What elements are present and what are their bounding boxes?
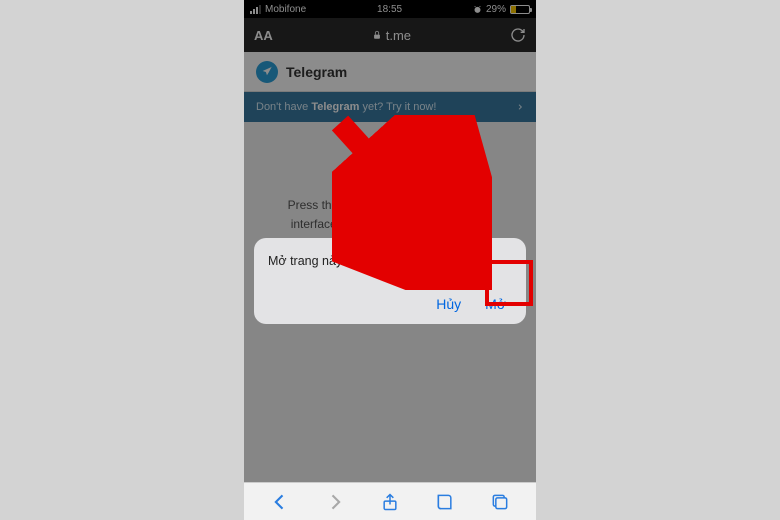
url-field[interactable]: t.me (372, 28, 411, 43)
phone-screen: Mobifone 18:55 29% AA t.me Telegram Don'… (244, 0, 536, 520)
telegram-header: Telegram (244, 52, 536, 92)
forward-button[interactable] (325, 492, 345, 512)
url-text: t.me (386, 28, 411, 43)
bookmarks-button[interactable] (435, 492, 455, 512)
banner-text: Don't have Telegram yet? Try it now! (256, 101, 436, 113)
instruction-text: Press the button below to translate the … (264, 196, 516, 234)
signal-icon (250, 5, 261, 14)
battery-icon (510, 5, 530, 14)
safari-toolbar (244, 482, 536, 520)
lock-icon (372, 30, 382, 40)
open-in-app-dialog: Mở trang này trong "Telegram"? Hủy Mở (254, 238, 526, 324)
chevron-right-icon (516, 101, 524, 113)
safari-url-bar: AA t.me (244, 18, 536, 52)
share-button[interactable] (380, 492, 400, 512)
tabs-button[interactable] (490, 492, 510, 512)
text-size-button[interactable]: AA (254, 28, 273, 43)
reload-icon[interactable] (510, 27, 526, 43)
install-banner[interactable]: Don't have Telegram yet? Try it now! (244, 92, 536, 122)
dialog-message: Mở trang này trong "Telegram"? (254, 238, 526, 286)
chat-icon (375, 150, 405, 174)
back-button[interactable] (270, 492, 290, 512)
alarm-icon (473, 5, 482, 14)
battery-percent: 29% (486, 4, 506, 15)
cancel-button[interactable]: Hủy (436, 296, 461, 312)
carrier-label: Mobifone (265, 4, 306, 15)
status-bar: Mobifone 18:55 29% (244, 0, 536, 18)
telegram-logo-icon (256, 61, 278, 83)
open-button[interactable]: Mở (485, 296, 506, 312)
clock: 18:55 (377, 4, 402, 15)
telegram-title: Telegram (286, 64, 347, 80)
